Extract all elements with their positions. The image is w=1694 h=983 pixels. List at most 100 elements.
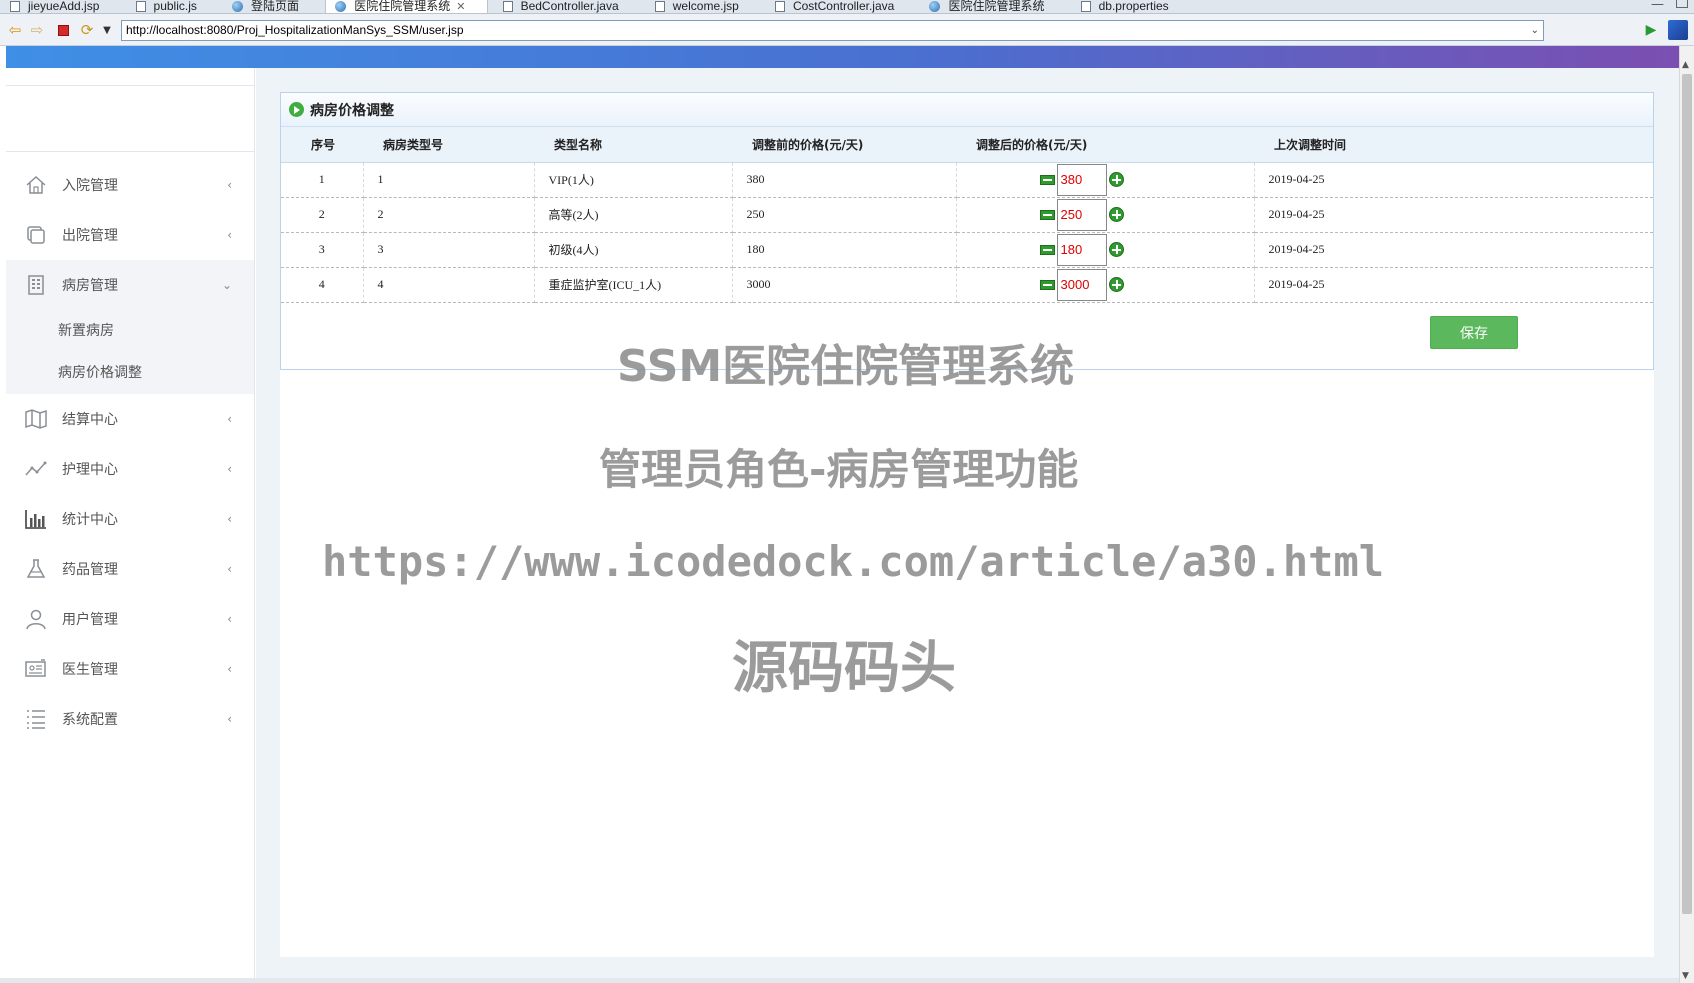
cell-last-time: 2019-04-25	[1254, 197, 1653, 233]
new-price-input[interactable]	[1056, 268, 1107, 301]
sidebar-subitem-ward-price[interactable]: 病房价格调整	[6, 352, 254, 394]
save-button[interactable]: 保存	[1430, 316, 1518, 349]
file-icon	[10, 1, 20, 12]
cell-index: 3	[281, 232, 364, 268]
sidebar-item-doctors[interactable]: 医生管理 ‹	[6, 644, 254, 694]
new-price-input[interactable]	[1056, 198, 1107, 231]
plus-icon[interactable]	[1108, 207, 1124, 222]
sidebar-item-users[interactable]: 用户管理 ‹	[6, 594, 254, 644]
sidebar-item-label: 护理中心	[62, 462, 118, 478]
maximize-icon[interactable]	[1676, 0, 1688, 8]
globe-icon	[232, 1, 244, 12]
building-icon	[24, 273, 48, 297]
cell-type-name: VIP(1人)	[534, 162, 733, 198]
ward-price-panel: 病房价格调整 序号 病房类型号 类型名称 调整前的价格(元/天) 调整后的价格(…	[280, 92, 1654, 370]
minus-icon[interactable]	[1039, 279, 1055, 290]
editor-tab-strip: jieyueAdd.jsp public.js 登陆页面 医院住院管理系统 ✕ B…	[0, 0, 1694, 14]
sidebar-item-nursing[interactable]: 护理中心 ‹	[6, 444, 254, 494]
sidebar-item-label: 医生管理	[62, 662, 118, 678]
chevron-left-icon: ‹	[227, 462, 232, 476]
cell-type-name: 初级(4人)	[534, 232, 733, 268]
plus-icon[interactable]	[1108, 277, 1124, 292]
sidebar-item-settlement[interactable]: 结算中心 ‹	[6, 394, 254, 444]
cell-type-no: 2	[363, 197, 535, 233]
sidebar-item-label: 出院管理	[62, 228, 118, 244]
sidebar-item-medicine[interactable]: 药品管理 ‹	[6, 544, 254, 594]
cell-old-price: 180	[732, 232, 957, 268]
sidebar-brand	[6, 68, 254, 86]
sidebar-item-admission[interactable]: 入院管理 ‹	[6, 160, 254, 210]
cell-old-price: 380	[732, 162, 957, 198]
sidebar: 入院管理 ‹ 出院管理 ‹ 病房管理 ⌄ 新置病房 病房价格调整 结算中心 ‹ …	[6, 68, 255, 983]
editor-tab[interactable]: CostController.java	[765, 0, 916, 13]
sidebar-item-system-config[interactable]: 系统配置 ‹	[6, 694, 254, 744]
back-arrow-icon[interactable]: ⇦	[6, 21, 24, 39]
extension-icon[interactable]	[1668, 20, 1688, 40]
sidebar-item-ward[interactable]: 病房管理 ⌄	[6, 260, 254, 310]
new-price-input[interactable]	[1056, 163, 1107, 196]
cell-index: 4	[281, 267, 364, 303]
cell-type-no: 3	[363, 232, 535, 268]
forward-arrow-icon[interactable]: ⇨	[28, 21, 46, 39]
file-icon	[135, 1, 146, 12]
map-icon	[24, 407, 48, 431]
chevron-down-icon[interactable]: ⌄	[1531, 21, 1539, 40]
cell-last-time: 2019-04-25	[1254, 267, 1653, 303]
cell-new-price	[956, 197, 1255, 233]
column-header: 上次调整时间	[1254, 127, 1653, 163]
main-area: 病房价格调整 序号 病房类型号 类型名称 调整前的价格(元/天) 调整后的价格(…	[256, 68, 1679, 983]
table-row: 3 3 初级(4人) 180 2019-04-25	[281, 232, 1653, 268]
editor-tab[interactable]: db.properties	[1071, 0, 1191, 13]
chevron-down-icon[interactable]: ▼	[98, 21, 116, 39]
browser-toolbar: ⇦ ⇨ ⟳ ▼ http://localhost:8080/Proj_Hospi…	[0, 14, 1694, 46]
header-bar	[6, 46, 1679, 68]
minus-icon[interactable]	[1039, 244, 1055, 255]
plus-icon[interactable]	[1108, 242, 1124, 257]
minus-icon[interactable]	[1039, 209, 1055, 220]
column-header: 调整后的价格(元/天)	[956, 127, 1254, 163]
chevron-left-icon: ‹	[227, 562, 232, 576]
scrollbar-thumb[interactable]	[1682, 74, 1692, 914]
editor-tab-active[interactable]: 医院住院管理系统 ✕	[325, 0, 489, 13]
minimize-icon[interactable]: —	[1651, 0, 1664, 12]
price-table: 序号 病房类型号 类型名称 调整前的价格(元/天) 调整后的价格(元/天) 上次…	[281, 127, 1653, 303]
sidebar-item-statistics[interactable]: 统计中心 ‹	[6, 494, 254, 544]
editor-tab[interactable]: 登陆页面	[223, 0, 321, 13]
watermark-brand: 源码码头	[732, 636, 956, 701]
cell-old-price: 250	[732, 197, 957, 233]
editor-tab[interactable]: welcome.jsp	[645, 0, 761, 13]
editor-tab[interactable]: BedController.java	[493, 0, 641, 13]
table-row: 1 1 VIP(1人) 380 2019-04-25	[281, 162, 1653, 198]
new-price-input[interactable]	[1056, 233, 1107, 266]
watermark-subtitle: 管理员角色-病房管理功能	[599, 445, 1079, 494]
list-icon	[24, 707, 48, 731]
minus-icon[interactable]	[1039, 174, 1055, 185]
file-icon	[654, 1, 665, 12]
scroll-up-icon[interactable]: ▲	[1682, 60, 1689, 70]
plus-icon[interactable]	[1108, 172, 1124, 187]
editor-tab[interactable]: 医院住院管理系统	[920, 0, 1066, 13]
file-icon	[1080, 1, 1091, 12]
address-bar[interactable]: http://localhost:8080/Proj_Hospitalizati…	[121, 20, 1544, 41]
close-icon[interactable]: ✕	[456, 1, 465, 13]
user-icon	[24, 607, 48, 631]
vertical-scrollbar[interactable]: ▲ ▼	[1679, 46, 1694, 983]
sidebar-subitem-new-ward[interactable]: 新置病房	[6, 310, 254, 352]
refresh-icon[interactable]: ⟳	[78, 21, 96, 39]
go-icon[interactable]: ▶	[1642, 21, 1660, 39]
panel-header: 病房价格调整	[281, 93, 1653, 127]
sidebar-item-label: 统计中心	[62, 512, 118, 528]
chevron-left-icon: ‹	[227, 412, 232, 426]
cell-type-name: 高等(2人)	[534, 197, 733, 233]
cell-type-name: 重症监护室(ICU_1人)	[534, 267, 733, 303]
file-icon	[502, 1, 513, 12]
editor-tab[interactable]: jieyueAdd.jsp	[0, 0, 121, 13]
scroll-down-icon[interactable]: ▼	[1682, 971, 1689, 981]
play-circle-icon	[289, 102, 304, 117]
stop-icon[interactable]	[54, 21, 72, 39]
cell-type-no: 1	[363, 162, 535, 198]
column-header: 序号	[281, 127, 363, 163]
bottom-strip	[0, 978, 1679, 983]
editor-tab[interactable]: public.js	[126, 0, 219, 13]
sidebar-item-discharge[interactable]: 出院管理 ‹	[6, 210, 254, 260]
